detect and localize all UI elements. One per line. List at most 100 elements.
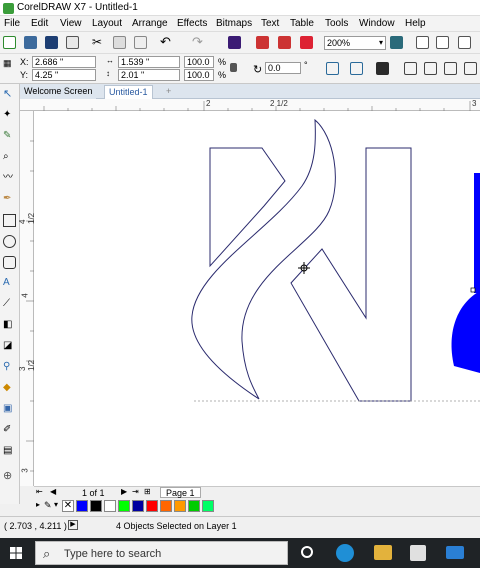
mail-icon[interactable]	[446, 546, 464, 559]
intersect-icon[interactable]	[464, 62, 477, 75]
combine-icon[interactable]	[404, 62, 417, 75]
rectangle-tool-icon[interactable]	[3, 214, 16, 227]
store-icon[interactable]	[410, 545, 426, 561]
windows-start-icon[interactable]	[10, 547, 22, 559]
trim-icon[interactable]	[444, 62, 457, 75]
no-color-swatch[interactable]: ✕	[62, 500, 74, 512]
tab-welcome-screen[interactable]: Welcome Screen	[20, 85, 97, 99]
publish-pdf-icon[interactable]	[300, 36, 313, 49]
rotation-field[interactable]: 0.0	[265, 62, 301, 74]
group-icon[interactable]	[376, 62, 389, 75]
flame-swoosh-shape[interactable]	[191, 118, 336, 400]
color-swatch[interactable]	[174, 500, 186, 512]
previous-page-icon[interactable]: ◀	[50, 487, 56, 496]
mirror-horizontal-icon[interactable]	[326, 62, 339, 75]
interactive-fill-icon[interactable]: ◆	[3, 382, 16, 395]
zoom-tool-icon[interactable]: ⌕	[3, 151, 16, 164]
redo-icon[interactable]: ↷	[192, 35, 205, 48]
snap-to-icon[interactable]	[458, 36, 471, 49]
height-field[interactable]: 2.01 "	[118, 69, 180, 81]
shape-tool-icon[interactable]: ✦	[3, 109, 16, 122]
color-swatch[interactable]	[160, 500, 172, 512]
copy-icon[interactable]	[113, 36, 126, 49]
import-icon[interactable]	[256, 36, 269, 49]
menu-bitmaps[interactable]: Bitmaps	[216, 18, 252, 29]
menu-edit[interactable]: Edit	[31, 18, 48, 29]
open-icon[interactable]	[24, 36, 37, 49]
y-position-field[interactable]: 4.25 "	[32, 69, 96, 81]
add-tool-icon[interactable]: ⊕	[3, 470, 16, 483]
freehand-tool-icon[interactable]: 〰	[3, 172, 16, 185]
cut-icon[interactable]: ✂	[92, 36, 105, 49]
color-swatch[interactable]	[104, 500, 116, 512]
new-document-icon[interactable]	[3, 36, 16, 49]
play-icon[interactable]: ▶	[68, 520, 78, 530]
crop-tool-icon[interactable]: ✎	[3, 130, 16, 143]
color-swatch[interactable]	[76, 500, 88, 512]
next-page-icon[interactable]: ▶	[121, 487, 127, 496]
x-position-field[interactable]: 2.686 "	[32, 56, 96, 68]
blue-curve-shape[interactable]	[451, 291, 480, 373]
connector-tool-icon[interactable]: ⟋	[3, 298, 16, 311]
show-rulers-icon[interactable]	[416, 36, 429, 49]
color-swatch[interactable]	[188, 500, 200, 512]
export-icon[interactable]	[278, 36, 291, 49]
menu-file[interactable]: File	[4, 18, 20, 29]
vertical-ruler[interactable]: 4 1/2 4 3 1/2 3	[18, 111, 36, 486]
task-view-icon[interactable]	[301, 546, 313, 558]
menu-text[interactable]: Text	[261, 18, 279, 29]
scale-width-field[interactable]: 100.0	[184, 56, 214, 68]
mirror-vertical-icon[interactable]	[350, 62, 363, 75]
undo-icon[interactable]: ↶	[160, 35, 173, 48]
menu-arrange[interactable]: Arrange	[132, 18, 168, 29]
pick-tool-icon[interactable]: ↖	[3, 88, 16, 101]
color-swatch[interactable]	[202, 500, 214, 512]
color-swatch[interactable]	[90, 500, 102, 512]
new-tab-icon[interactable]: +	[162, 85, 175, 99]
last-page-icon[interactable]: ⇥	[132, 487, 139, 496]
transparency-tool-icon[interactable]: ◪	[3, 340, 16, 353]
horizontal-ruler[interactable]: 2 2 1/2 3	[20, 99, 480, 111]
print-icon[interactable]	[66, 36, 79, 49]
selection-handle[interactable]	[470, 287, 476, 293]
color-swatch[interactable]	[132, 500, 144, 512]
menu-layout[interactable]: Layout	[92, 18, 122, 29]
blend-tool-icon[interactable]: ◧	[3, 319, 16, 332]
palette-scroll-icon[interactable]: ▾	[54, 500, 58, 509]
menu-view[interactable]: View	[60, 18, 82, 29]
artistic-media-icon[interactable]: ✒	[3, 193, 16, 206]
add-page-icon[interactable]: ⊞	[144, 487, 151, 496]
full-screen-preview-icon[interactable]	[390, 36, 403, 49]
smart-fill-icon[interactable]: ▣	[3, 403, 16, 416]
drawing-canvas[interactable]	[34, 111, 480, 486]
eyedropper-icon[interactable]: ✎	[44, 500, 52, 511]
color-swatch[interactable]	[118, 500, 130, 512]
blue-rectangle-shape[interactable]	[474, 173, 480, 293]
fill-icon[interactable]: ▤	[3, 445, 16, 458]
tab-untitled-1[interactable]: Untitled-1	[104, 85, 153, 99]
menu-window[interactable]: Window	[359, 18, 395, 29]
page-tab[interactable]: Page 1	[160, 487, 201, 498]
color-swatch[interactable]	[146, 500, 158, 512]
weld-icon[interactable]	[424, 62, 437, 75]
width-field[interactable]: 1.539 "	[118, 56, 180, 68]
search-content-icon[interactable]	[228, 36, 241, 49]
show-grid-icon[interactable]	[436, 36, 449, 49]
outline-pen-icon[interactable]: ✐	[3, 424, 16, 437]
ellipse-tool-icon[interactable]	[3, 235, 16, 248]
file-explorer-icon[interactable]	[374, 545, 392, 560]
menu-help[interactable]: Help	[405, 18, 426, 29]
text-tool-icon[interactable]: A	[3, 277, 16, 290]
eyedropper-tool-icon[interactable]: ⚲	[3, 361, 16, 374]
taskbar-search-box[interactable]: ⌕ Type here to search	[35, 541, 288, 565]
scale-height-field[interactable]: 100.0	[184, 69, 214, 81]
edge-browser-icon[interactable]	[336, 544, 354, 562]
paste-icon[interactable]	[134, 36, 147, 49]
first-page-icon[interactable]: ⇤	[36, 487, 43, 496]
menu-effects[interactable]: Effects	[177, 18, 207, 29]
polygon-tool-icon[interactable]	[3, 256, 16, 269]
menu-table[interactable]: Table	[290, 18, 314, 29]
lock-ratio-icon[interactable]	[230, 63, 237, 72]
menu-tools[interactable]: Tools	[325, 18, 348, 29]
save-icon[interactable]	[45, 36, 58, 49]
